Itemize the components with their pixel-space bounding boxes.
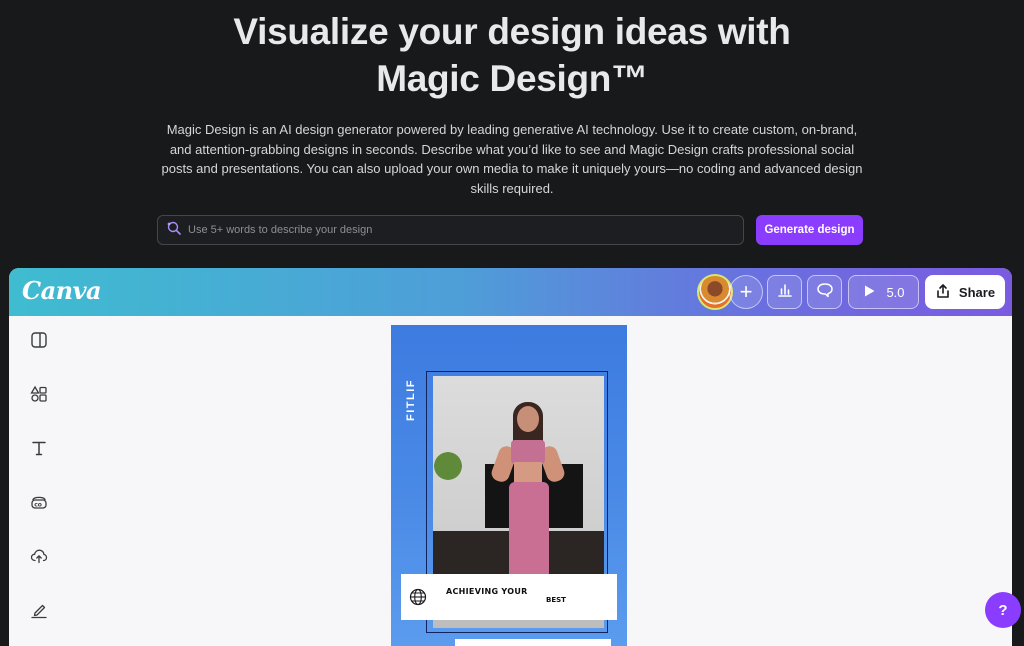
comment-button[interactable]	[807, 275, 842, 309]
hero-description: Magic Design is an AI design generator p…	[161, 122, 863, 196]
present-timer: 5.0	[886, 284, 905, 300]
svg-text:co: co	[34, 502, 42, 509]
editor-window: Canva + 5.0 Share co FITLIF ACHIEVING YO…	[9, 268, 1012, 646]
draw-icon[interactable]	[29, 600, 49, 620]
hero-title-line-2: Magic Design™	[376, 58, 648, 99]
editor-header: Canva + 5.0 Share	[9, 268, 1012, 316]
play-icon	[862, 284, 876, 301]
text-icon[interactable]	[29, 438, 49, 458]
hero-title-line-1: Visualize your design ideas with	[233, 11, 791, 52]
share-label: Share	[958, 284, 996, 300]
design-caption-card[interactable]: ACHIEVING YOUR BEST	[401, 574, 617, 620]
brand-icon[interactable]: co	[29, 492, 49, 512]
globe-icon	[409, 588, 427, 611]
hero-title: Visualize your design ideas with Magic D…	[0, 8, 1024, 102]
design-caption-line-1: ACHIEVING YOUR	[446, 587, 528, 596]
add-collaborator-button[interactable]: +	[729, 275, 763, 309]
help-button[interactable]: ?	[985, 592, 1021, 628]
share-button[interactable]: Share	[925, 275, 1005, 309]
photo-person-head	[517, 406, 539, 432]
insights-button[interactable]	[767, 275, 802, 309]
photo-person-legs	[509, 482, 549, 582]
generate-design-button[interactable]: Generate design	[756, 215, 863, 245]
photo-plant	[433, 446, 463, 486]
user-avatar[interactable]	[697, 274, 733, 310]
upload-icon[interactable]	[29, 546, 49, 566]
design-canvas[interactable]: FITLIF ACHIEVING YOUR BEST	[391, 325, 627, 646]
photo-person-top	[511, 440, 545, 464]
comment-icon	[816, 282, 834, 303]
elements-icon[interactable]	[29, 384, 49, 404]
magic-search-icon	[166, 220, 182, 241]
bar-chart-icon	[777, 282, 793, 303]
design-bottom-strip	[455, 639, 611, 646]
layout-icon[interactable]	[29, 330, 49, 350]
photo-person-torso	[514, 462, 542, 484]
design-caption-line-2: BEST	[546, 596, 566, 604]
design-prompt-field[interactable]	[157, 215, 744, 245]
design-brand-text[interactable]: FITLIF	[405, 379, 417, 421]
share-icon	[935, 283, 951, 302]
present-button[interactable]: 5.0	[848, 275, 919, 309]
canva-logo: Canva	[22, 276, 102, 305]
design-prompt-input[interactable]	[188, 224, 743, 236]
